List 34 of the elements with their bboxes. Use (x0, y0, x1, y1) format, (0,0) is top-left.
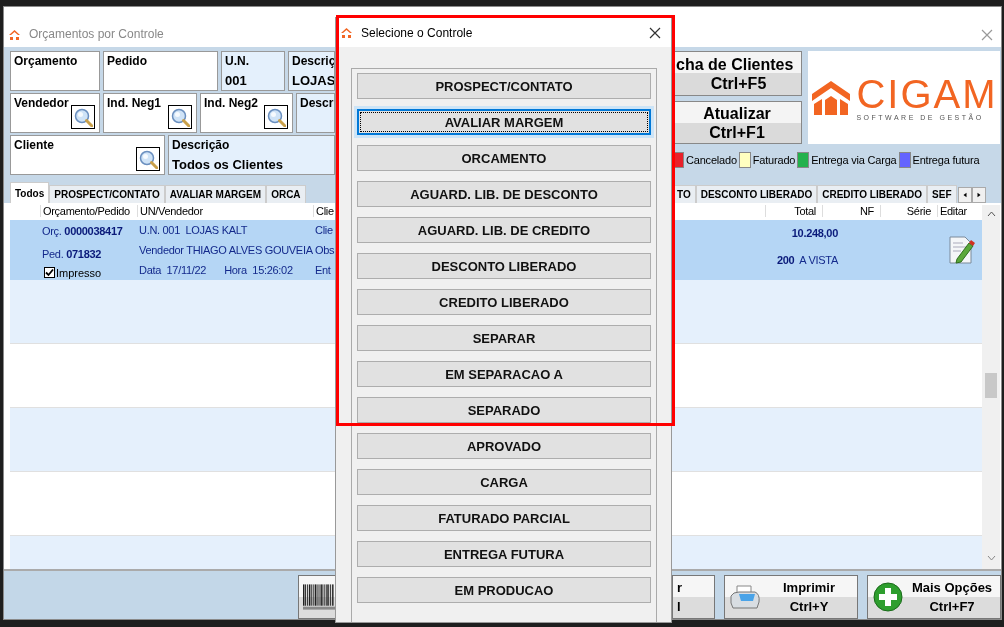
table-cell-text: 10.248,00 (791, 226, 838, 242)
legend-label: Entrega futura (912, 154, 980, 166)
logo-text: CIGAM (856, 74, 998, 114)
table-cell-text: Clie (315, 223, 334, 238)
column-header: UN/Vendedor (137, 205, 313, 217)
table-cell-text: Data 17/11/22 (139, 263, 207, 278)
legend-label: Entrega via Carga (811, 154, 897, 166)
table-cell-text: Vendedor THIAGO ALVES GOUVEIA (139, 243, 313, 258)
field-label: Pedido (107, 54, 148, 68)
column-header: Série (880, 205, 937, 217)
legend-label: Cancelado (686, 154, 737, 166)
field-label: Descrição (172, 138, 231, 152)
column-header: Total (765, 205, 822, 217)
field-label: Orçamento (14, 54, 79, 68)
sales-order-number: Ped. 071832 (42, 247, 103, 262)
checkbox-label: Impresso (56, 266, 102, 279)
field-label: Ind. Neg1 (107, 96, 162, 110)
table-cell-text: Hora 15:26:02 (224, 263, 293, 278)
field-label: Ind. Neg2 (204, 96, 259, 110)
field-label: U.N. (225, 54, 250, 68)
column-header: Orçamento/Pedido (40, 205, 137, 217)
table-cell-text: U.N. 001 LOJAS KALT (139, 223, 249, 238)
field-label: Vendedor (14, 96, 70, 110)
table-cell-text: 200 A VISTA (777, 253, 838, 268)
dialog-title: Selecione o Controle (361, 25, 474, 40)
column-header: NF (822, 205, 880, 217)
table-cell-text: Ent (315, 263, 332, 278)
field-label: Cliente (14, 138, 55, 152)
field-value: Todos os Clientes (172, 157, 284, 172)
table-cell-text: Obs (315, 243, 335, 258)
legend-label: Faturado (752, 154, 796, 166)
order-number: Orç. 0000038417 (42, 224, 124, 240)
field-value: 001 (225, 73, 248, 88)
window-title: Orçamentos por Controle (29, 27, 164, 41)
